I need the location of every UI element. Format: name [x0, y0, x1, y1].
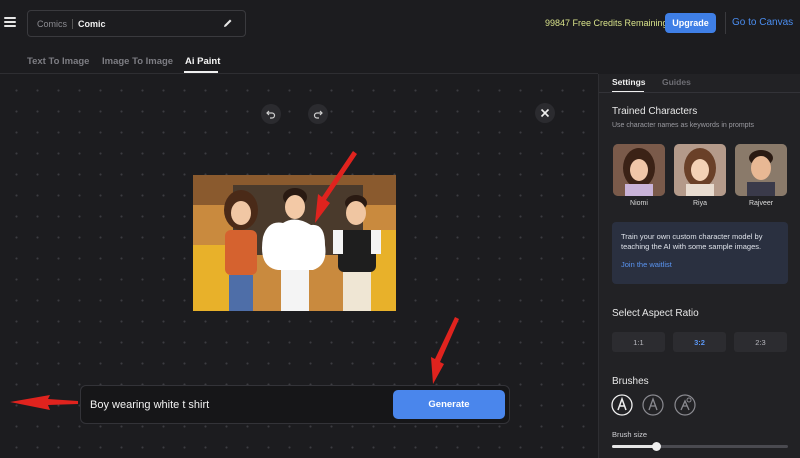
document-title-box[interactable]: Comics Comic	[27, 10, 246, 37]
annotation-arrow-image	[315, 151, 357, 223]
upgrade-button[interactable]: Upgrade	[665, 13, 716, 33]
undo-button[interactable]	[261, 104, 281, 124]
cartoon-characters-illustration	[193, 175, 396, 311]
settings-panel: Settings Guides Trained Characters Use c…	[598, 74, 800, 458]
prompt-bar: Boy wearing white t shirt Generate	[80, 385, 510, 424]
close-button[interactable]	[535, 103, 555, 123]
pencil-icon[interactable]	[223, 18, 233, 28]
aspect-ratio-3-2[interactable]: 3:2	[673, 332, 726, 352]
tab-image-to-image[interactable]: Image To Image	[102, 56, 173, 67]
aspect-ratio-2-3[interactable]: 2:3	[734, 332, 787, 352]
brushes-title: Brushes	[612, 376, 649, 387]
character-card-rajveer[interactable]: Rajveer	[735, 144, 787, 207]
credits-remaining: 99847 Free Credits Remaining	[545, 18, 668, 28]
menu-icon[interactable]	[4, 17, 16, 27]
avatar	[735, 144, 787, 196]
character-card-niomi[interactable]: Niomi	[613, 144, 665, 207]
avatar	[613, 144, 665, 196]
character-name: Rajveer	[748, 200, 774, 207]
mode-tabs: Text To Image Image To Image Ai Paint	[0, 50, 598, 74]
side-tabs-divider	[599, 92, 800, 93]
breadcrumb-divider	[72, 18, 74, 29]
aspect-ratio-1-1[interactable]: 1:1	[612, 332, 665, 352]
close-icon	[540, 108, 550, 118]
character-name: Niomi	[630, 200, 648, 207]
generate-button[interactable]: Generate	[393, 390, 505, 419]
custom-model-text: Train your own custom character model by…	[621, 232, 763, 251]
trained-characters-subtitle: Use character names as keywords in promp…	[612, 122, 754, 129]
slider-fill	[612, 445, 656, 448]
join-waitlist-link[interactable]: Join the waitlist	[621, 260, 779, 269]
trained-characters-title: Trained Characters	[612, 106, 698, 117]
brush-eraser-icon[interactable]	[674, 394, 696, 416]
slider-thumb[interactable]	[652, 442, 661, 451]
canvas-image[interactable]	[193, 175, 396, 311]
tab-text-to-image[interactable]: Text To Image	[27, 56, 89, 67]
side-tab-guides[interactable]: Guides	[662, 77, 691, 87]
custom-model-card: Train your own custom character model by…	[612, 222, 788, 284]
redo-icon	[313, 110, 323, 119]
header-divider	[725, 12, 726, 34]
breadcrumb[interactable]: Comics	[37, 19, 67, 29]
top-bar: Comics Comic 99847 Free Credits Remainin…	[0, 0, 800, 47]
character-name: Riya	[692, 200, 707, 207]
side-tab-settings[interactable]: Settings	[612, 77, 646, 87]
aspect-ratio-title: Select Aspect Ratio	[612, 308, 699, 319]
annotation-arrow-generate	[431, 317, 459, 384]
brush-soft-icon[interactable]	[642, 394, 664, 416]
go-to-canvas-link[interactable]: Go to Canvas	[732, 17, 793, 28]
document-name[interactable]: Comic	[78, 19, 106, 29]
brush-solid-icon[interactable]	[611, 394, 633, 416]
redo-button[interactable]	[308, 104, 328, 124]
brush-size-slider[interactable]	[612, 442, 788, 451]
tab-ai-paint[interactable]: Ai Paint	[185, 56, 220, 67]
brush-size-label: Brush size	[612, 430, 648, 439]
prompt-input[interactable]: Boy wearing white t shirt	[90, 399, 209, 411]
undo-icon	[266, 110, 276, 119]
annotation-arrow-left	[10, 395, 78, 410]
avatar	[674, 144, 726, 196]
character-card-riya[interactable]: Riya	[674, 144, 726, 207]
